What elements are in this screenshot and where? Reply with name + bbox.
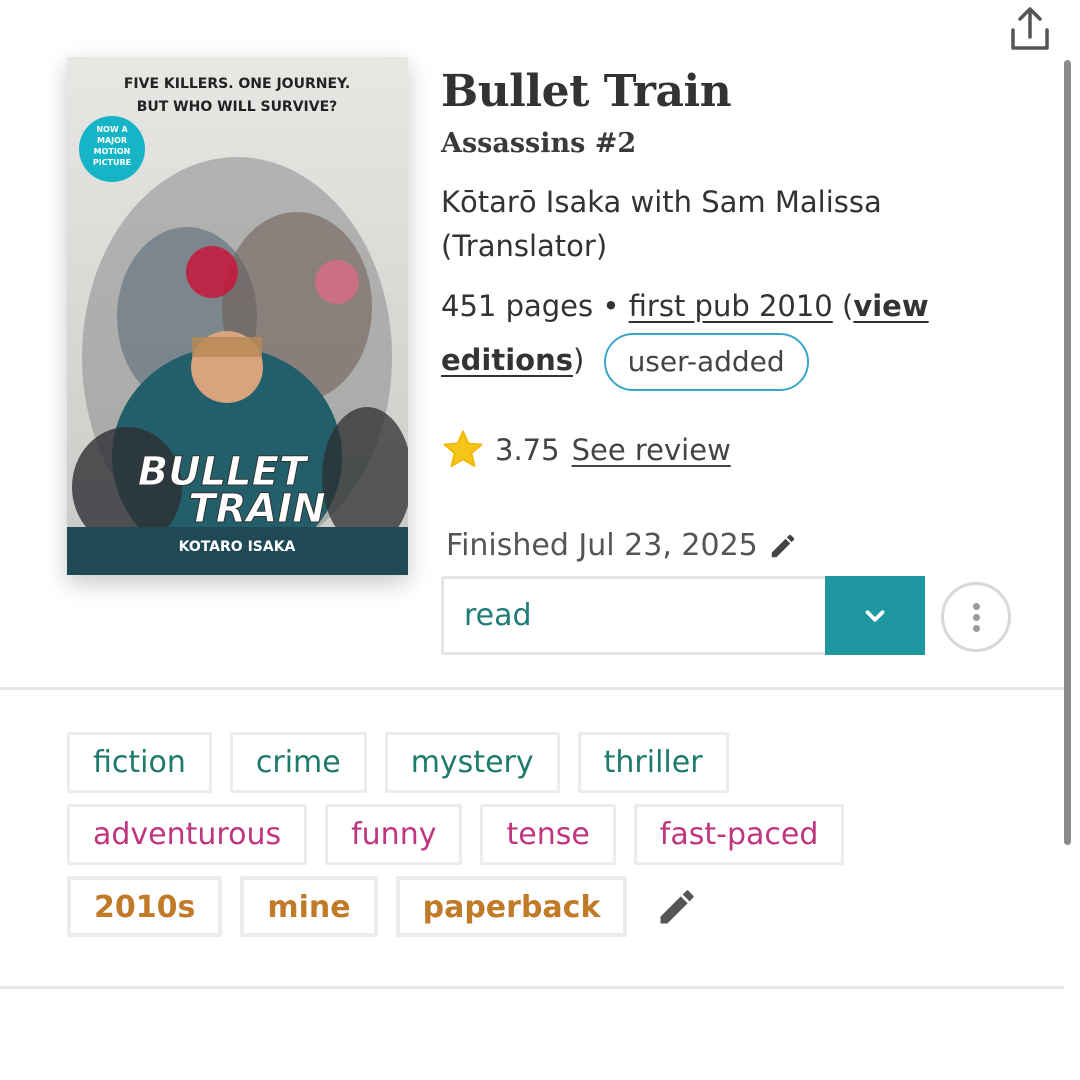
mood-tag[interactable]: funny xyxy=(325,804,463,865)
share-icon[interactable] xyxy=(1004,4,1054,54)
book-authors[interactable]: Kōtarō Isaka with Sam Malissa (Translato… xyxy=(441,180,1001,268)
book-meta: 451 pages • first pub 2010 (view edition… xyxy=(441,280,1041,391)
rating-score: 3.75 xyxy=(495,433,560,467)
cover-author: KOTARO ISAKA xyxy=(179,539,296,555)
dot xyxy=(972,602,980,610)
book-series[interactable]: Assassins #2 xyxy=(441,128,636,159)
finished-date: Finished Jul 23, 2025 xyxy=(446,528,798,563)
pencil-icon[interactable] xyxy=(768,531,798,561)
rating: 3.75 See review xyxy=(441,425,731,475)
badge-line: MOTION xyxy=(94,147,131,156)
scrollbar[interactable] xyxy=(1064,60,1071,845)
genre-tag[interactable]: crime xyxy=(229,732,367,793)
badge-line: MAJOR xyxy=(97,136,127,145)
finished-date-label: Finished Jul 23, 2025 xyxy=(446,528,758,563)
cover-tagline: FIVE KILLERS. ONE JOURNEY. xyxy=(124,76,350,92)
genre-tag[interactable]: mystery xyxy=(384,732,560,793)
genre-tag[interactable]: thriller xyxy=(577,732,729,793)
genre-tags: fiction crime mystery thriller xyxy=(67,732,967,793)
more-options-button[interactable] xyxy=(941,582,1011,652)
mood-tag[interactable]: fast-paced xyxy=(633,804,845,865)
badge-line: PICTURE xyxy=(93,158,131,167)
genre-tag[interactable]: fiction xyxy=(67,732,212,793)
first-pub-link[interactable]: first pub 2010 xyxy=(629,289,833,323)
paren: ( xyxy=(841,289,854,323)
mood-tag[interactable]: adventurous xyxy=(67,804,308,865)
cover-title: TRAIN xyxy=(188,486,325,532)
badge-line: NOW A xyxy=(96,125,128,134)
reading-status-select[interactable]: read xyxy=(441,576,925,655)
star-icon xyxy=(443,430,483,468)
cover-tagline: BUT WHO WILL SURVIVE? xyxy=(137,99,338,115)
misc-tags: 2010s mine paperback xyxy=(67,876,967,937)
dot xyxy=(972,613,980,621)
chevron-down-icon xyxy=(865,609,885,622)
page-count: 451 pages xyxy=(441,289,594,323)
mood-tag[interactable]: tense xyxy=(480,804,616,865)
mood-tags: adventurous funny tense fast-paced xyxy=(67,804,967,865)
book-title: Bullet Train xyxy=(441,66,732,117)
meta-separator: • xyxy=(602,289,620,323)
reading-status-value[interactable]: read xyxy=(444,579,825,652)
misc-tag[interactable]: mine xyxy=(240,876,378,937)
misc-tag[interactable]: paperback xyxy=(395,876,628,937)
dot xyxy=(972,624,980,632)
divider xyxy=(0,687,1064,690)
see-review-link[interactable]: See review xyxy=(572,433,731,467)
book-cover[interactable]: NOW A MAJOR MOTION PICTURE FIVE KILLERS.… xyxy=(67,57,408,575)
divider xyxy=(0,986,1064,989)
misc-tag[interactable]: 2010s xyxy=(67,876,223,937)
user-added-badge: user-added xyxy=(603,333,809,391)
paren: ) xyxy=(573,343,585,377)
edit-tags-pencil-icon[interactable] xyxy=(655,885,699,929)
status-dropdown-button[interactable] xyxy=(825,576,925,655)
